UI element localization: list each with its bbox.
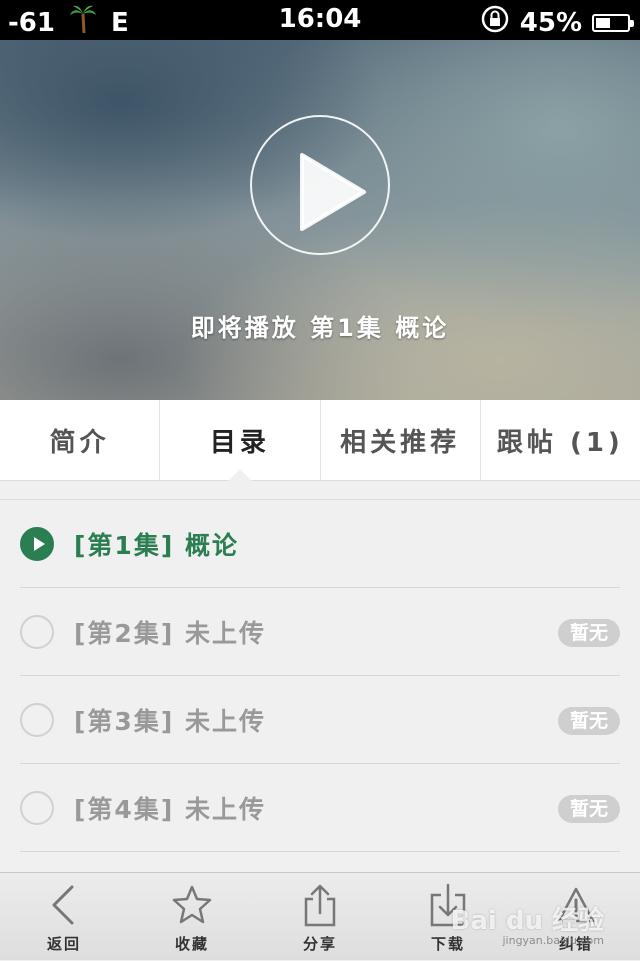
radio-circle-icon [20, 703, 54, 737]
favorite-button[interactable]: 收藏 [128, 873, 256, 961]
episode-item-3[interactable]: [第3集] 未上传 暂无 [20, 676, 620, 764]
episode-label: [第4集] 未上传 [74, 795, 266, 824]
video-player[interactable]: 即将播放 第1集 概论 [0, 40, 640, 400]
status-bar: -61 E 16:04 45% [0, 0, 640, 40]
tab-comments[interactable]: 跟帖 (1) [481, 400, 640, 480]
share-label: 分享 [302, 935, 337, 953]
back-button[interactable]: 返回 [0, 873, 128, 961]
tab-bar: 简介 目录 相关推荐 跟帖 (1) [0, 400, 640, 481]
play-icon [300, 153, 366, 231]
status-right: 45% [480, 4, 634, 41]
rotation-lock-icon [480, 4, 510, 41]
episode-label: [第3集] 未上传 [74, 707, 266, 736]
battery-icon [592, 13, 634, 32]
episode-list: [第1集] 概论 [第2集] 未上传 暂无 [第3集] 未上传 暂无 [第4集]… [0, 500, 640, 872]
back-label: 返回 [46, 935, 81, 953]
play-button[interactable] [250, 115, 390, 255]
tab-catalog[interactable]: 目录 [160, 400, 321, 481]
radio-circle-icon [20, 791, 54, 825]
star-icon [172, 885, 212, 924]
video-caption: 即将播放 第1集 概论 [190, 314, 450, 342]
unavailable-badge: 暂无 [557, 707, 620, 735]
share-button[interactable]: 分享 [256, 873, 384, 961]
unavailable-badge: 暂无 [557, 795, 620, 823]
tab-intro[interactable]: 简介 [0, 400, 161, 480]
baidu-watermark: Bai du 经验 [450, 906, 605, 936]
episode-item-2[interactable]: [第2集] 未上传 暂无 [20, 588, 620, 676]
episode-item-4[interactable]: [第4集] 未上传 暂无 [20, 764, 620, 852]
episode-label: [第1集] 概论 [74, 531, 239, 560]
radio-circle-icon [20, 615, 54, 649]
playing-icon [20, 527, 54, 561]
chevron-left-icon [52, 885, 74, 925]
share-icon [304, 884, 336, 927]
tabs-divider [0, 481, 640, 500]
episode-item-1[interactable]: [第1集] 概论 [20, 500, 620, 588]
episode-label: [第2集] 未上传 [74, 619, 266, 648]
tab-related[interactable]: 相关推荐 [321, 400, 481, 480]
favorite-label: 收藏 [174, 935, 209, 953]
unavailable-badge: 暂无 [557, 619, 620, 647]
baidu-watermark-url: jingyan.baidu.com [502, 934, 604, 947]
battery-percent: 45% [519, 7, 582, 38]
